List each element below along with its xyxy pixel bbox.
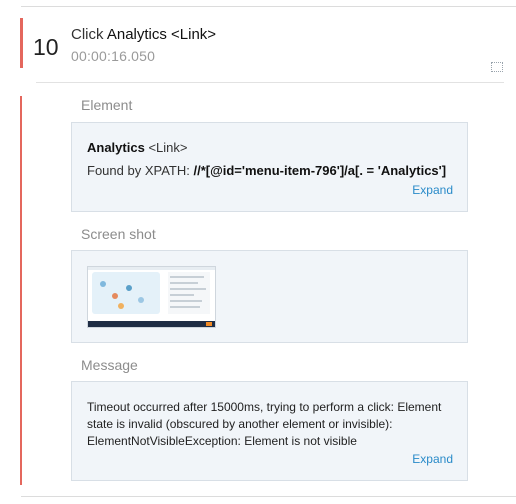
message-section-label: Message [81,357,138,373]
screenshot-section-label: Screen shot [81,226,156,242]
step-action: Click [71,26,104,43]
error-message: Timeout occurred after 15000ms, trying t… [87,400,442,448]
screenshot-thumbnail[interactable] [87,266,216,328]
xpath-value: //*[@id='menu-item-796']/a[. = 'Analytic… [193,163,447,178]
step-target: Analytics <Link> [106,26,217,43]
element-expand-link[interactable]: Expand [412,183,453,197]
top-divider [21,6,516,7]
element-section-label: Element [81,97,133,113]
element-locator: Found by XPATH: //*[@id='menu-item-796']… [87,163,446,178]
element-tag: <Link> [148,140,188,155]
step-duration: 00:00:16.050 [71,48,156,64]
detail-failure-accent [20,96,22,485]
step-title: Click Analytics <Link> [71,26,216,43]
step-number: 10 [33,34,59,60]
step-failure-accent [20,18,23,68]
bottom-divider [21,496,516,497]
header-divider [36,82,504,83]
message-expand-link[interactable]: Expand [412,452,453,466]
element-name: Analytics [87,140,145,155]
expand-corners-icon[interactable] [491,62,503,72]
element-title: Analytics <Link> [87,140,187,155]
screenshot-box [71,250,468,343]
element-box: Analytics <Link> Found by XPATH: //*[@id… [71,122,468,212]
message-box: Timeout occurred after 15000ms, trying t… [71,381,468,481]
found-by-label: Found by XPATH: [87,163,190,178]
